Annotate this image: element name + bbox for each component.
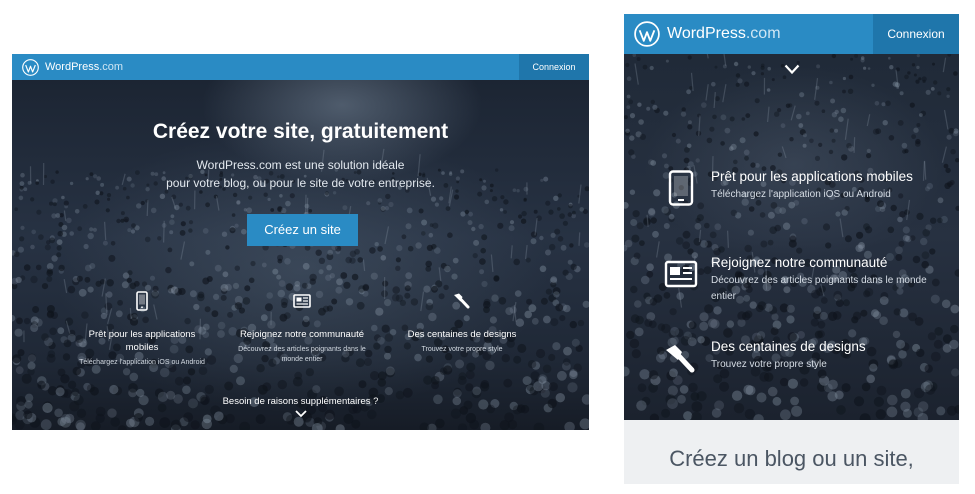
wordpress-logo-icon[interactable] xyxy=(634,21,660,47)
hero-subtitle-line-2: pour votre blog, ou pour le site de votr… xyxy=(166,176,435,190)
hero-section: Créez votre site, gratuitement WordPress… xyxy=(12,80,589,430)
features-section: Prêt pour les applications mobiles Téléc… xyxy=(624,54,959,420)
mobile-screenshot: WordPress.com Connexion Prêt pour les ap… xyxy=(624,14,959,484)
feature-community: Rejoignez notre communauté Découvrez des… xyxy=(664,254,954,314)
chevron-down-icon[interactable] xyxy=(784,64,800,75)
brand-suffix: .com xyxy=(99,61,124,73)
feature-description: Trouvez votre propre style xyxy=(421,346,503,353)
top-navbar: WordPress.com Connexion xyxy=(624,14,959,54)
phone-icon xyxy=(668,170,694,206)
feature-mobile-apps: Prêt pour les applications mobiles Téléc… xyxy=(72,290,212,368)
feature-title: Rejoignez notre communauté xyxy=(239,329,365,340)
feature-community: Rejoignez notre communauté Découvrez des… xyxy=(232,290,372,365)
feature-designs: Des centaines de designs Trouvez votre p… xyxy=(392,290,532,355)
brand-main: WordPress xyxy=(45,61,100,73)
paintbrush-icon xyxy=(666,345,695,373)
create-site-button[interactable]: Créez un site xyxy=(247,214,358,246)
feature-title: Prêt pour les applications mobiles xyxy=(88,329,196,353)
top-navbar: WordPress.com Connexion xyxy=(12,54,589,80)
chevron-down-icon[interactable] xyxy=(295,410,307,418)
more-reasons-link[interactable]: Besoin de raisons supplémentaires ? xyxy=(12,396,589,407)
newspaper-icon xyxy=(293,294,311,308)
brand-suffix: .com xyxy=(745,25,781,42)
hero-subtitle-line-1: WordPress.com est une solution idéale xyxy=(196,158,405,172)
brand-name[interactable]: WordPress.com xyxy=(667,25,781,43)
feature-description: Découvrez des articles poignants dans le… xyxy=(238,346,366,363)
hero-title: Créez votre site, gratuitement xyxy=(152,120,449,143)
feature-description: Téléchargez l'application iOS ou Android xyxy=(79,359,205,366)
feature-description: Découvrez des articles poignants dans le… xyxy=(711,275,927,302)
login-button[interactable]: Connexion xyxy=(519,54,589,80)
feature-mobile-apps: Prêt pour les applications mobiles Téléc… xyxy=(664,168,954,218)
brand-name[interactable]: WordPress.com xyxy=(45,61,123,73)
brand-main: WordPress xyxy=(667,25,746,42)
feature-description: Téléchargez l'application iOS ou Android xyxy=(711,189,891,200)
desktop-screenshot: WordPress.com Connexion Créez votre site… xyxy=(12,54,589,430)
phone-icon xyxy=(136,291,148,311)
feature-title: Rejoignez notre communauté xyxy=(711,255,888,270)
wordpress-logo-icon[interactable] xyxy=(22,59,39,76)
feature-title: Prêt pour les applications mobiles xyxy=(711,169,913,184)
hero-subtitle: WordPress.com est une solution idéale po… xyxy=(12,156,589,192)
newspaper-icon xyxy=(664,260,698,288)
feature-designs: Des centaines de designs Trouvez votre p… xyxy=(664,338,954,388)
signup-section: Créez un blog ou un site, xyxy=(624,420,959,484)
section-heading: Créez un blog ou un site, xyxy=(669,446,914,471)
feature-title: Des centaines de designs xyxy=(711,339,866,354)
feature-title: Des centaines de designs xyxy=(407,329,517,340)
feature-description: Trouvez votre propre style xyxy=(711,359,827,370)
login-button[interactable]: Connexion xyxy=(873,14,959,54)
paintbrush-icon xyxy=(454,293,470,309)
